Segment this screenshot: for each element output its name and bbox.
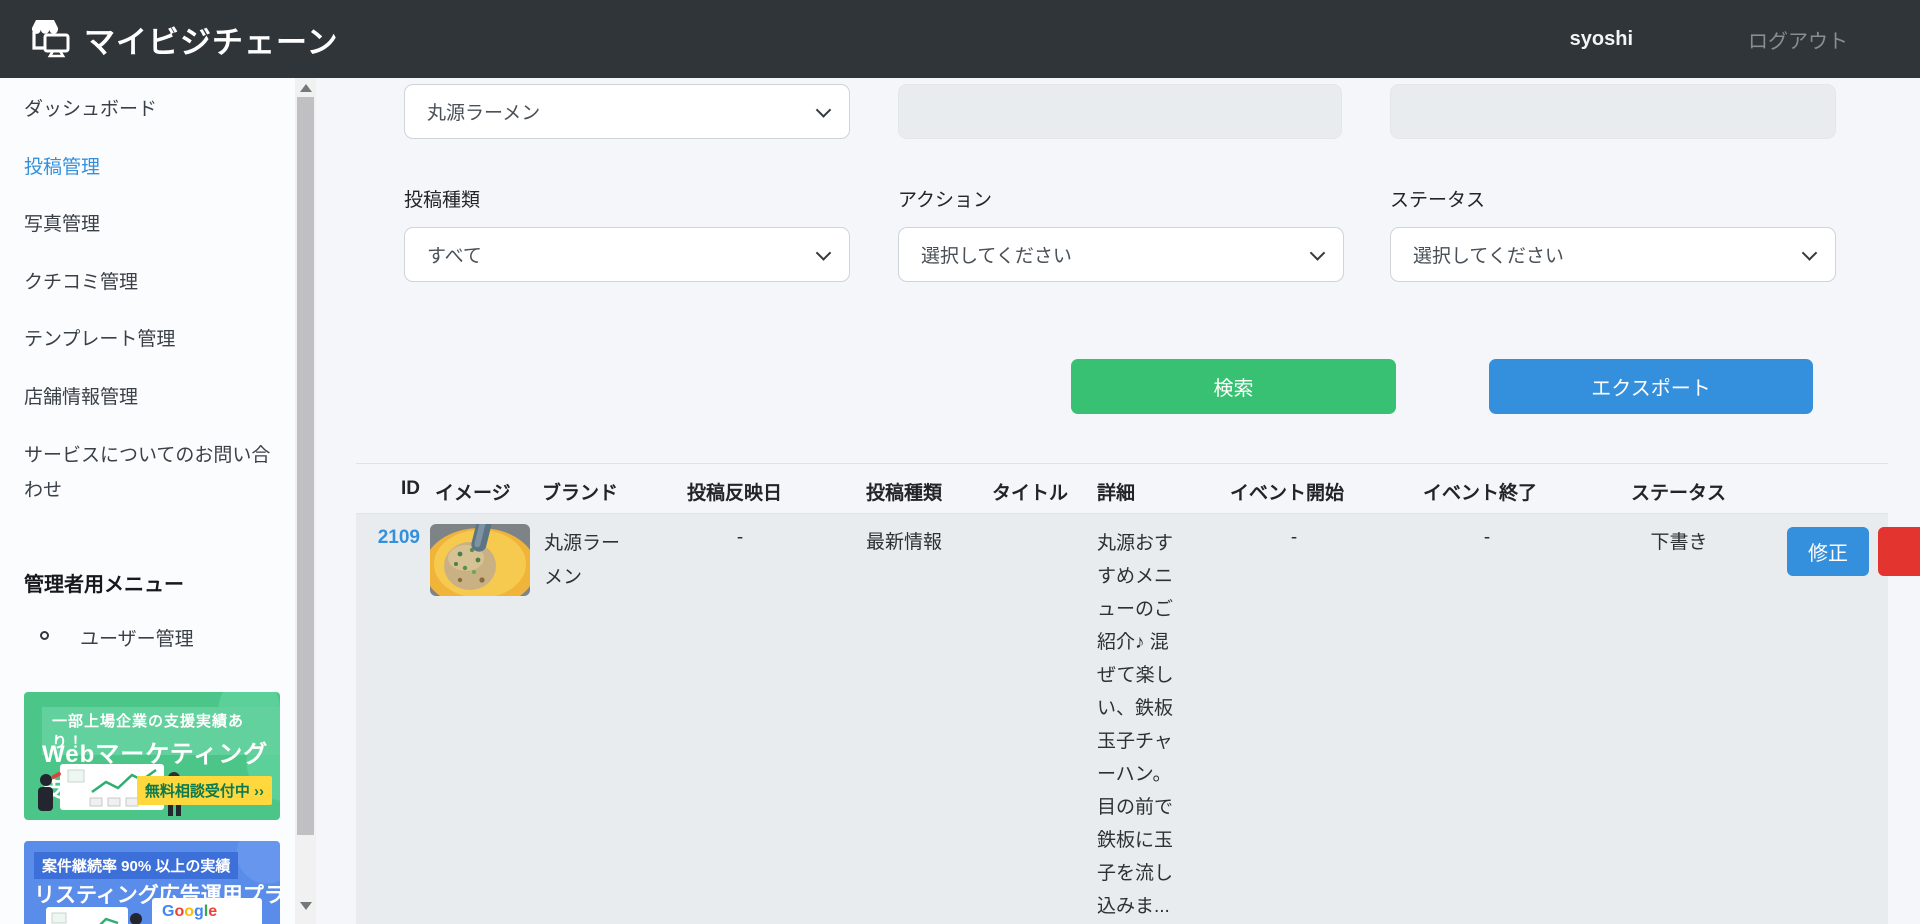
sidebar-item-posts[interactable]: 投稿管理 — [24, 155, 274, 181]
table-row: 2109 丸源ラーメン - 最新情報 丸源おすすめメニューのご紹介♪ 混ぜて楽し… — [356, 514, 1920, 924]
google-partner-card: Google Partner — [152, 898, 262, 924]
table-header-row: ID イメージ ブランド 投稿反映日 投稿種類 タイトル 詳細 イベント開始 イ… — [356, 463, 1888, 514]
admin-menu-title: 管理者用メニュー — [24, 574, 184, 596]
sidebar-item-photos[interactable]: 写真管理 — [24, 212, 274, 238]
sidebar: ダッシュボード 投稿管理 写真管理 クチコミ管理 テンプレート管理 店舗情報管理… — [0, 78, 295, 924]
sidebar-item-reviews[interactable]: クチコミ管理 — [24, 270, 274, 296]
action-label: アクション — [898, 190, 993, 211]
google-logo: Google — [162, 903, 218, 920]
brand-select-value: 丸源ラーメン — [427, 103, 541, 124]
brand-title: マイビジチェーン — [84, 24, 339, 60]
top-header: マイビジチェーン syoshi ログアウト — [0, 0, 1920, 78]
row-id-link[interactable]: 2109 — [371, 527, 420, 549]
scroll-down-arrow-icon[interactable] — [300, 902, 312, 910]
action-select[interactable]: 選択してください — [898, 227, 1344, 282]
status-select[interactable]: 選択してください — [1390, 227, 1836, 282]
scroll-up-arrow-icon[interactable] — [300, 84, 312, 92]
date-to-input[interactable] — [1390, 84, 1836, 139]
ad2-illustration — [32, 905, 142, 924]
row-event-end: - — [1483, 527, 1491, 548]
post-type-select[interactable]: すべて — [404, 227, 850, 282]
row-post-date: - — [736, 527, 744, 548]
ad1-cta-badge: 無料相談受付中 ›› — [136, 776, 272, 805]
col-post-date: 投稿反映日 — [687, 483, 783, 504]
col-id: ID — [401, 478, 420, 499]
row-post-type: 最新情報 — [866, 532, 943, 553]
header-right: syoshi ログアウト — [1570, 25, 1920, 54]
sidebar-item-stores[interactable]: 店舗情報管理 — [24, 385, 274, 411]
post-type-select-value: すべて — [427, 246, 482, 267]
ad-banner-listing-ads[interactable]: 案件継続率 90% 以上の実績 リスティング広告運用プラン Google Par… — [24, 841, 280, 924]
logout-link[interactable]: ログアウト — [1748, 25, 1848, 54]
row-detail: 丸源おすすめメニューのご紹介♪ 混ぜて楽しい、鉄板玉子チャーハン。目の前で鉄板に… — [1097, 533, 1174, 917]
post-type-label: 投稿種類 — [404, 190, 481, 211]
sidebar-item-dashboard[interactable]: ダッシュボード — [24, 97, 274, 123]
username[interactable]: syoshi — [1570, 28, 1633, 51]
col-image: イメージ — [435, 483, 511, 504]
col-post-type: 投稿種類 — [866, 483, 943, 504]
date-from-input[interactable] — [898, 84, 1342, 139]
col-title: タイトル — [992, 483, 1069, 504]
row-event-start: - — [1290, 527, 1298, 548]
sidebar-item-contact[interactable]: サービスについてのお問い合わせ — [24, 438, 274, 508]
status-label: ステータス — [1390, 190, 1486, 211]
status-select-value: 選択してください — [1413, 246, 1564, 267]
sidebar-item-templates[interactable]: テンプレート管理 — [24, 327, 274, 353]
row-brand: 丸源ラーメン — [544, 533, 621, 588]
posts-table: ID イメージ ブランド 投稿反映日 投稿種類 タイトル 詳細 イベント開始 イ… — [356, 463, 1920, 924]
storefront-monitor-icon — [28, 16, 72, 63]
col-detail: 詳細 — [1097, 483, 1136, 504]
row-status: 下書き — [1650, 532, 1708, 553]
col-status: ステータス — [1630, 483, 1726, 504]
col-brand: ブランド — [542, 483, 619, 504]
sidebar-scrollbar[interactable] — [295, 78, 316, 924]
action-select-value: 選択してください — [921, 246, 1072, 267]
row-food-image[interactable] — [430, 524, 530, 596]
ad-banner-web-marketing[interactable]: 一部上場企業の支援実績あり！ Webマーケティング支援 — [24, 692, 280, 820]
sidebar-item-users[interactable]: ユーザー管理 — [80, 624, 194, 651]
scrollbar-thumb[interactable] — [297, 97, 314, 835]
brand-logo[interactable]: マイビジチェーン — [0, 16, 338, 63]
page: マイビジチェーン syoshi ログアウト ダッシュボード 投稿管理 写真管理 … — [0, 0, 1920, 924]
col-event-start: イベント開始 — [1230, 483, 1345, 504]
edit-button[interactable]: 修正 — [1787, 527, 1869, 576]
bullet-circle-icon — [40, 631, 49, 640]
brand-select[interactable]: 丸源ラーメン — [404, 84, 850, 139]
search-button[interactable]: 検索 — [1071, 359, 1396, 414]
export-button[interactable]: エクスポート — [1489, 359, 1813, 414]
col-event-end: イベント終了 — [1423, 483, 1538, 504]
ad2-badge: 案件継続率 90% 以上の実績 — [34, 852, 239, 879]
delete-button[interactable] — [1878, 527, 1920, 576]
